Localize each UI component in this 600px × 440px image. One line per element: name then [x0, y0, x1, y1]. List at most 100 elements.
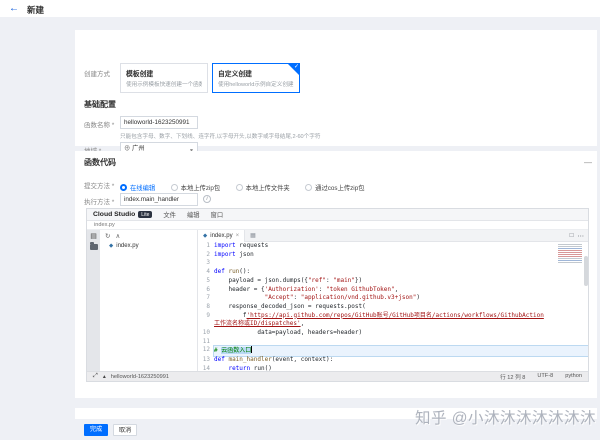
status-cursor-position[interactable]: 行 12 列 8 — [500, 373, 525, 381]
line-number: 10 — [198, 329, 214, 338]
radio-online-edit[interactable]: 在线编辑 — [120, 183, 155, 192]
menu-window[interactable]: 窗口 — [211, 210, 224, 219]
info-icon[interactable]: i — [203, 195, 211, 203]
code-line: 10 data=payload, headers=header) — [198, 329, 588, 338]
create-method-label: 创建方式 — [84, 68, 110, 78]
editor-menubar: Cloud Studio Lite 文件 编辑 窗口 — [87, 209, 588, 221]
radio-label: 本地上传文件夹 — [246, 183, 290, 192]
tab-indexpy[interactable]: ◆ index.py × — [198, 230, 245, 242]
editor-breadcrumb: index.py — [87, 221, 588, 230]
line-number: 12 — [198, 346, 214, 356]
tree-item-indexpy[interactable]: ◆ index.py — [100, 241, 197, 251]
editor-tabbar: ◆ index.py × ▦ □ ⋯ — [198, 230, 588, 242]
lite-badge: Lite — [138, 211, 152, 218]
code-line: 2import json — [198, 251, 588, 260]
line-number: 9 — [198, 312, 214, 329]
cloud-studio-editor: Cloud Studio Lite 文件 编辑 窗口 index.py ▤ ↻ … — [86, 208, 589, 382]
line-number: 6 — [198, 286, 214, 295]
minimap[interactable] — [558, 244, 582, 264]
function-name-label: 函数名称 * — [84, 119, 114, 129]
code-line: 9 f'https://api.github.com/repos/GitHub账… — [198, 312, 588, 329]
template-create-card[interactable]: 模板创建 使用示例模板快速创建一个函数或应用 — [120, 63, 208, 93]
cancel-button[interactable]: 取消 — [113, 424, 137, 436]
function-name-input[interactable]: helloworld-1623250991 — [120, 116, 198, 129]
status-function-name: helloworld-1623250991 — [111, 374, 169, 380]
code-line: 8 response_decoded_json = requests.post( — [198, 303, 588, 312]
line-number: 3 — [198, 259, 214, 268]
code-line: 11 — [198, 338, 588, 347]
more-actions-icon[interactable]: ⋯ — [578, 232, 585, 240]
close-tab-icon[interactable]: × — [236, 233, 240, 239]
cloud-studio-brand: Cloud Studio — [93, 211, 135, 218]
watermark: 知乎 @小沐沐沐沐沐沐沐 — [415, 406, 596, 428]
collapse-all-icon[interactable]: ∧ — [115, 232, 120, 240]
expand-icon[interactable]: ⤢ — [93, 373, 98, 380]
menu-file[interactable]: 文件 — [163, 210, 176, 219]
back-icon[interactable]: ← — [9, 3, 19, 14]
line-number: 4 — [198, 268, 214, 277]
radio-dot — [236, 184, 243, 191]
radio-label: 在线编辑 — [130, 183, 155, 192]
editor-grid-icon[interactable]: ▦ — [250, 232, 256, 239]
activity-bar: ▤ — [87, 230, 100, 371]
radio-dot — [120, 184, 127, 191]
collapse-section-icon[interactable]: — — [584, 158, 592, 167]
handler-label: 执行方法 * — [84, 196, 114, 206]
code-line: 7 "Accept": "application/vnd.github.v3+j… — [198, 294, 588, 303]
line-number: 2 — [198, 251, 214, 260]
editor-statusbar: ⤢ ▲ helloworld-1623250991 行 12 列 8 UTF-8… — [87, 371, 588, 381]
scrollbar[interactable] — [584, 256, 588, 286]
file-explorer: ↻ ∧ ◆ index.py — [100, 230, 198, 371]
tab-label: index.py — [210, 233, 232, 239]
radio-upload-zip[interactable]: 本地上传zip包 — [171, 183, 221, 192]
radio-label: 通过cos上传zip包 — [315, 183, 364, 192]
radio-dot — [171, 184, 178, 191]
function-code-title: 函数代码 — [84, 157, 116, 168]
status-encoding[interactable]: UTF-8 — [537, 373, 553, 381]
code-line: 6 header = {'Authorization': "token Gith… — [198, 286, 588, 295]
code-line: 5 payload = json.dumps({"ref": "main"}) — [198, 277, 588, 286]
custom-create-desc: 使用helloworld示例自定义创建函数 — [218, 80, 294, 88]
custom-create-title: 自定义创建 — [218, 68, 294, 78]
check-icon: ✓ — [294, 63, 299, 70]
code-line: 13def main_handler(event, context): — [198, 356, 588, 365]
refresh-icon[interactable]: ↻ — [105, 232, 110, 240]
confirm-button[interactable]: 完成 — [84, 424, 108, 436]
custom-create-card[interactable]: 自定义创建 使用helloworld示例自定义创建函数 ✓ — [212, 63, 300, 93]
function-icon: ▲ — [102, 374, 107, 380]
radio-upload-folder[interactable]: 本地上传文件夹 — [236, 183, 290, 192]
top-header: ← 新建 — [0, 0, 600, 17]
line-number: 1 — [198, 242, 214, 251]
menu-edit[interactable]: 编辑 — [187, 210, 200, 219]
line-number: 14 — [198, 365, 214, 371]
folder-icon[interactable] — [90, 244, 98, 250]
line-number: 13 — [198, 356, 214, 365]
radio-dot — [305, 184, 312, 191]
line-number: 11 — [198, 338, 214, 347]
code-line: 14 return run() — [198, 365, 588, 371]
template-create-title: 模板创建 — [126, 68, 202, 78]
code-area[interactable]: 1import requests2import json34def run():… — [198, 242, 588, 371]
page-title: 新建 — [27, 4, 44, 16]
code-line: 3 — [198, 259, 588, 268]
files-view-icon[interactable]: ▤ — [90, 232, 97, 240]
handler-input[interactable]: index.main_handler — [120, 193, 198, 206]
line-number: 8 — [198, 303, 214, 312]
status-language[interactable]: python — [565, 373, 582, 381]
basic-config-panel: 创建方式 模板创建 使用示例模板快速创建一个函数或应用 自定义创建 使用hell… — [75, 30, 597, 146]
split-editor-icon[interactable]: □ — [570, 232, 574, 240]
template-create-desc: 使用示例模板快速创建一个函数或应用 — [126, 80, 202, 88]
radio-label: 本地上传zip包 — [181, 183, 221, 192]
line-number: 7 — [198, 294, 214, 303]
tree-item-label: index.py — [116, 243, 138, 249]
line-number: 5 — [198, 277, 214, 286]
submit-method-label: 提交方法 * — [84, 180, 114, 190]
code-line: 1import requests — [198, 242, 588, 251]
basic-config-title: 基础配置 — [84, 99, 116, 110]
python-file-icon: ◆ — [109, 243, 113, 249]
python-file-icon: ◆ — [203, 233, 207, 239]
code-line: 4def run(): — [198, 268, 588, 277]
function-name-hint: 只能包含字母、数字、下划线、连字符,以字母开头,以数字或字母结尾,2-60个字符 — [120, 132, 320, 140]
radio-cos-zip[interactable]: 通过cos上传zip包 — [305, 183, 364, 192]
code-line: 12# 云函数入口 — [198, 346, 588, 356]
